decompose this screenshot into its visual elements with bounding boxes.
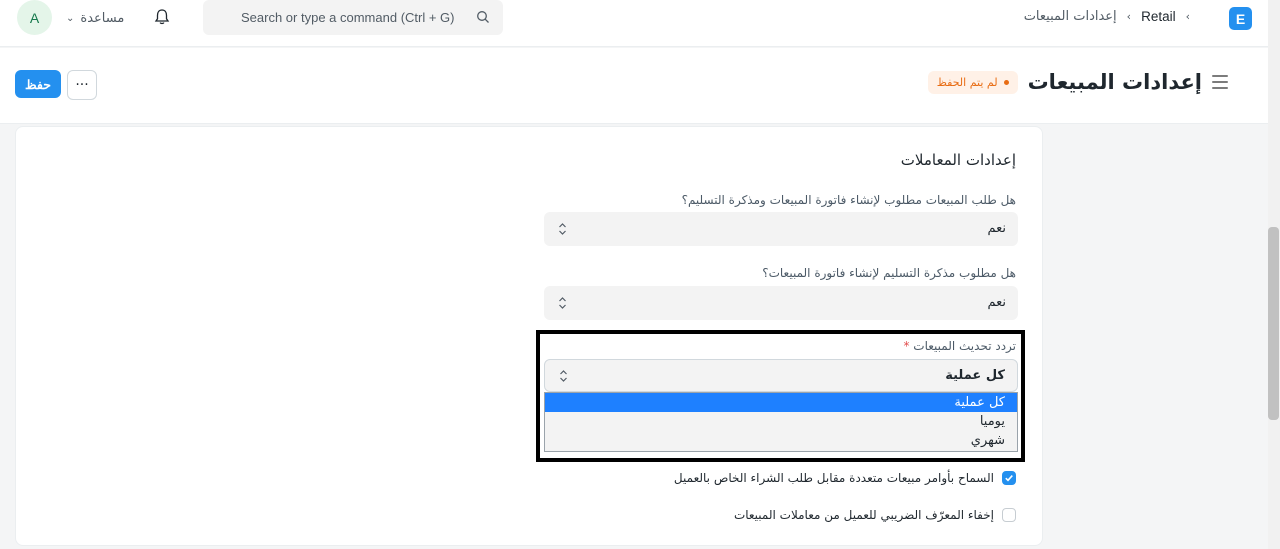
breadcrumb-retail[interactable]: Retail bbox=[1141, 9, 1176, 24]
status-badge: لم يتم الحفظ bbox=[927, 70, 1018, 94]
field-label-so-required: هل طلب المبيعات مطلوب لإنشاء فاتورة المب… bbox=[681, 193, 1016, 207]
top-navbar: A مساعدة ⌄ Search or type a command (Ctr… bbox=[0, 0, 1280, 47]
status-badge-label: لم يتم الحفظ bbox=[936, 75, 998, 89]
checkbox-checked[interactable] bbox=[1002, 471, 1016, 485]
checkbox-label: إخفاء المعرّف الضريبي للعميل من معاملات … bbox=[733, 508, 994, 522]
search-icon bbox=[477, 11, 489, 23]
section-title: إعدادات المعاملات bbox=[900, 151, 1016, 169]
dropdown-option-daily[interactable]: يوميا bbox=[545, 412, 1017, 431]
more-actions-button[interactable]: ··· bbox=[67, 70, 97, 100]
select-value: كل عملية bbox=[945, 368, 1005, 383]
page-title: إعدادات المبيعات bbox=[1027, 70, 1202, 94]
chevron-down-icon: ⌄ bbox=[66, 12, 75, 24]
page-header: حفظ ··· إعدادات المبيعات لم يتم الحفظ bbox=[0, 48, 1268, 124]
notification-bell-icon[interactable] bbox=[152, 7, 172, 27]
search-bar[interactable]: Search or type a command (Ctrl + G) bbox=[203, 0, 503, 35]
checkbox-label: السماح بأوامر مبيعات متعددة مقابل طلب ال… bbox=[673, 471, 994, 485]
status-dot-icon bbox=[1003, 79, 1009, 85]
form-card: إعدادات المعاملات هل طلب المبيعات مطلوب … bbox=[15, 126, 1043, 546]
checkbox-row-multiple-so[interactable]: السماح بأوامر مبيعات متعددة مقابل طلب ال… bbox=[674, 471, 1016, 485]
dropdown-option-each-transaction[interactable]: كل عملية bbox=[545, 393, 1017, 412]
help-label: مساعدة bbox=[80, 10, 125, 26]
select-value: نعم bbox=[987, 221, 1006, 236]
checkbox-unchecked[interactable] bbox=[1002, 508, 1016, 522]
field-label-dn-required: هل مطلوب مذكرة التسليم لإنشاء فاتورة الم… bbox=[762, 266, 1016, 280]
help-menu[interactable]: مساعدة ⌄ bbox=[66, 9, 124, 27]
checkbox-row-hide-tax-id[interactable]: إخفاء المعرّف الضريبي للعميل من معاملات … bbox=[734, 508, 1016, 522]
frequency-dropdown-list: كل عملية يوميا شهري bbox=[544, 392, 1018, 452]
select-arrows-icon bbox=[559, 297, 566, 309]
breadcrumb: › Retail › إعدادات المبيعات bbox=[1024, 9, 1190, 24]
select-arrows-icon bbox=[560, 370, 567, 382]
checkmark-icon bbox=[1005, 475, 1013, 482]
breadcrumb-separator-icon: › bbox=[1126, 10, 1132, 23]
save-button[interactable]: حفظ bbox=[15, 70, 61, 98]
user-avatar[interactable]: A bbox=[17, 0, 52, 35]
frequency-label-text: تردد تحديث المبيعات bbox=[913, 339, 1016, 353]
scrollbar-thumb[interactable] bbox=[1268, 227, 1279, 420]
app-logo[interactable]: E bbox=[1229, 7, 1252, 30]
breadcrumb-separator-icon: › bbox=[1185, 10, 1190, 23]
select-so-required[interactable]: نعم bbox=[544, 212, 1018, 246]
select-arrows-icon bbox=[559, 223, 566, 235]
select-value: نعم bbox=[987, 295, 1006, 310]
sidebar-toggle-icon[interactable] bbox=[1212, 75, 1228, 89]
required-mark: * bbox=[903, 339, 910, 353]
page-title-group: إعدادات المبيعات لم يتم الحفظ bbox=[927, 70, 1228, 94]
select-dn-required[interactable]: نعم bbox=[544, 286, 1018, 320]
select-sales-update-frequency[interactable]: كل عملية bbox=[544, 359, 1018, 392]
dropdown-option-monthly[interactable]: شهري bbox=[545, 431, 1017, 450]
field-label-sales-update-frequency: تردد تحديث المبيعات * bbox=[903, 339, 1016, 353]
search-placeholder: Search or type a command (Ctrl + G) bbox=[241, 10, 455, 25]
breadcrumb-sales-settings[interactable]: إعدادات المبيعات bbox=[1024, 9, 1117, 24]
